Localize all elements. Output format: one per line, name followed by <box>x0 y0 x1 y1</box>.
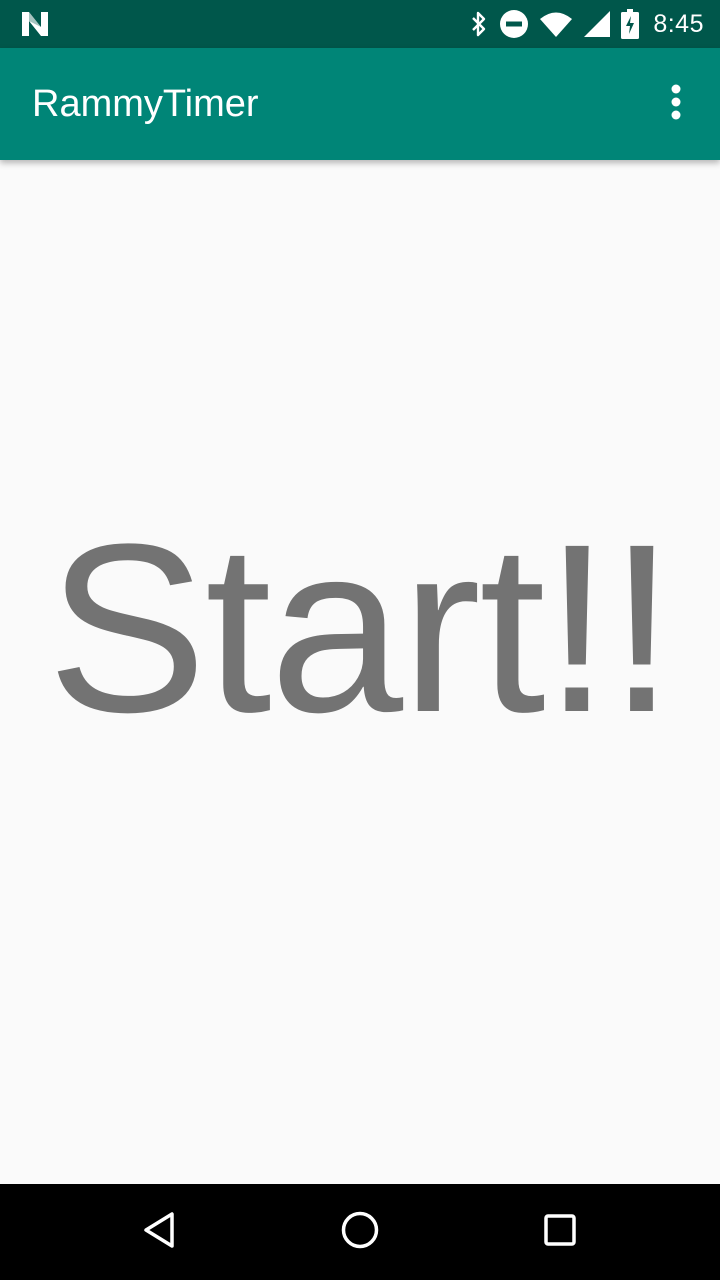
app-bar: RammyTimer <box>0 48 720 160</box>
status-time: 8:45 <box>653 9 704 38</box>
more-vert-icon <box>670 84 682 125</box>
do-not-disturb-icon <box>499 9 529 39</box>
bluetooth-icon <box>469 10 489 38</box>
navigation-bar <box>0 1184 720 1280</box>
wifi-icon <box>539 10 573 38</box>
notification-n-icon <box>20 10 50 38</box>
app-title: RammyTimer <box>32 83 259 125</box>
recents-button[interactable] <box>536 1208 584 1256</box>
back-icon <box>140 1210 180 1255</box>
overflow-menu-button[interactable] <box>652 80 700 128</box>
start-label[interactable]: Start!! <box>0 498 720 758</box>
status-bar: 8:45 <box>0 0 720 48</box>
home-icon <box>340 1210 380 1255</box>
home-button[interactable] <box>336 1208 384 1256</box>
main-content: Start!! <box>0 160 720 1184</box>
status-icons: 8:45 <box>469 0 704 48</box>
battery-charging-icon <box>621 9 640 39</box>
cell-signal-icon <box>583 10 611 38</box>
recents-icon <box>540 1210 580 1255</box>
back-button[interactable] <box>136 1208 184 1256</box>
